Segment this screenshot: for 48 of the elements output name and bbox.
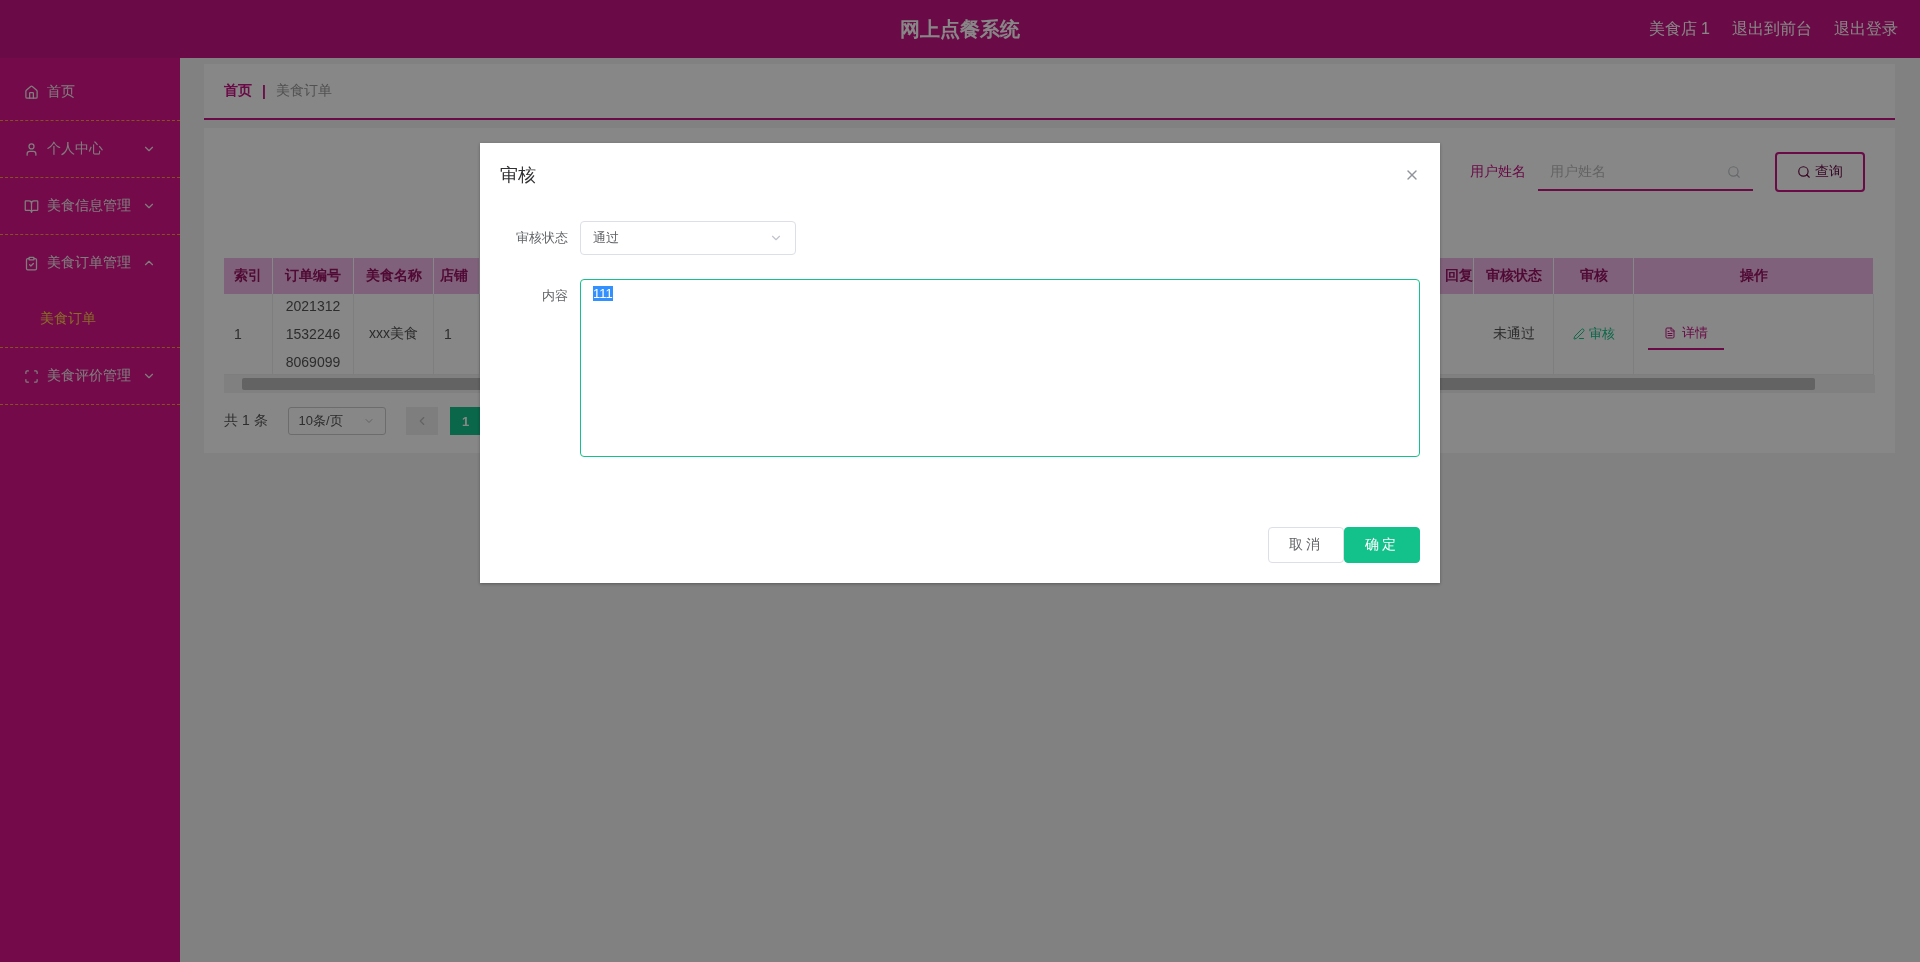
user-icon [24, 141, 39, 157]
table-cell-text: 202131215322468069099 [285, 297, 341, 372]
search-button[interactable]: 查询 [1775, 152, 1865, 192]
page-button[interactable]: 1 [449, 407, 482, 435]
table-cell: xxx美食 [369, 325, 418, 343]
column-header: 订单编号 [273, 258, 354, 294]
search-label: 用户姓名 [1470, 163, 1526, 181]
field-label: 内容 [541, 287, 568, 305]
column-header: 回复 [1439, 258, 1474, 294]
column-header: 店铺 [434, 258, 480, 294]
sidebar-item[interactable]: 美食信息管理 [0, 178, 180, 235]
column-header: 操作 [1634, 258, 1874, 294]
content-textarea[interactable]: 111 [580, 279, 1420, 457]
document-icon [1664, 327, 1676, 339]
column-header: 索引 [224, 258, 273, 294]
sidebar-item[interactable]: 美食评价管理 [0, 348, 180, 405]
header-link[interactable]: 美食店 1 [1648, 18, 1710, 40]
search-icon [1797, 165, 1811, 179]
breadcrumb-link[interactable]: 首页 [224, 82, 252, 100]
confirm-button[interactable]: 确定 [1344, 527, 1420, 563]
breadcrumb-separator: | [262, 83, 266, 99]
table-cell: 未通过 [1492, 325, 1535, 343]
total-count: 共 1 条 [224, 412, 268, 430]
header-link[interactable]: 退出到前台 [1732, 18, 1812, 40]
clipboard-icon [24, 255, 39, 271]
column-header: 美食名称 [354, 258, 434, 294]
bracket-icon [24, 368, 39, 384]
search-icon [1727, 165, 1741, 179]
page-size-select[interactable]: 10条/页 [287, 407, 386, 435]
table-cell: 1 [444, 326, 452, 342]
sidebar-subitem[interactable]: 美食订单 [0, 291, 180, 347]
sidebar-item[interactable]: 首页 [0, 64, 180, 121]
field-label: 审核状态 [515, 229, 568, 247]
book-icon [24, 198, 39, 214]
sidebar-item[interactable]: 个人中心 [0, 121, 180, 178]
column-header: 审核 [1554, 258, 1634, 294]
column-header: 审核状态 [1474, 258, 1554, 294]
review-link[interactable]: 审核 [1572, 325, 1615, 343]
pen-icon [1572, 328, 1585, 340]
status-select[interactable]: 通过 [580, 221, 796, 255]
sidebar-item[interactable]: 美食订单管理 [0, 235, 180, 291]
cancel-button[interactable]: 取消 [1268, 527, 1344, 563]
header-link[interactable]: 退出登录 [1834, 18, 1898, 40]
detail-button[interactable]: 详情 [1648, 318, 1724, 350]
table-cell: 1 [234, 326, 242, 342]
app-title: 网上点餐系统 [900, 16, 1020, 42]
dialog-title: 审核 [500, 164, 536, 187]
home-icon [24, 84, 39, 100]
